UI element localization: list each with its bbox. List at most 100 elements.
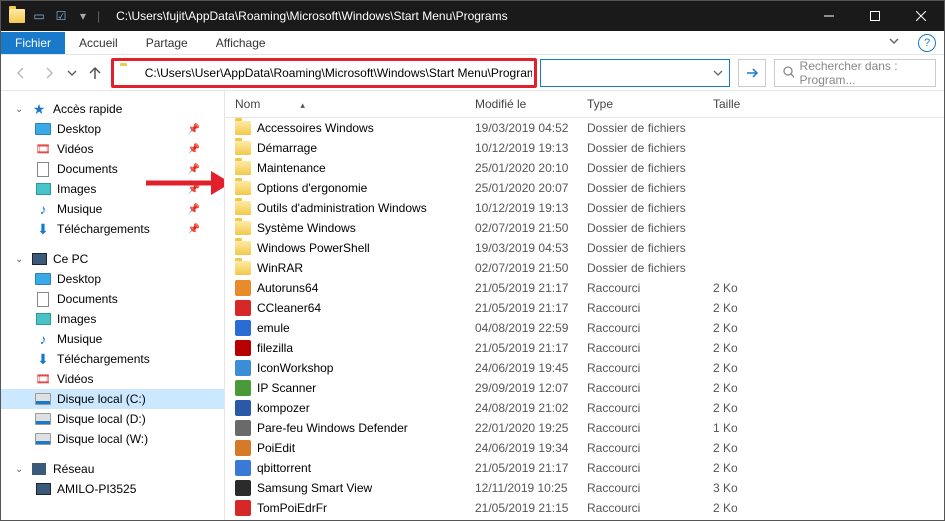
tab-home[interactable]: Accueil xyxy=(65,32,132,54)
nav-forward-button[interactable] xyxy=(37,61,61,85)
app-icon xyxy=(235,460,251,476)
nav-item[interactable]: Desktop📌 xyxy=(1,119,224,139)
file-row[interactable]: Maintenance25/01/2020 20:10Dossier de fi… xyxy=(225,158,944,178)
qa-paste-icon[interactable]: ☑ xyxy=(53,8,69,24)
navigation-pane[interactable]: ⌄ ★ Accès rapide Desktop📌🎞Vidéos📌Documen… xyxy=(1,91,225,520)
file-row[interactable]: WinRAR02/07/2019 21:50Dossier de fichier… xyxy=(225,258,944,278)
column-name[interactable]: Nom▴ xyxy=(225,91,465,117)
file-size: 3 Ko xyxy=(713,481,783,495)
app-icon xyxy=(235,440,251,456)
app-icon xyxy=(235,280,251,296)
file-type: Dossier de fichiers xyxy=(587,221,713,235)
chevron-down-icon: ⌄ xyxy=(15,254,25,265)
ribbon-toggle[interactable] xyxy=(878,35,910,50)
nav-item-label: Téléchargements xyxy=(57,352,150,366)
file-row[interactable]: TomPoiEdrFr21/05/2019 21:15Raccourci2 Ko xyxy=(225,498,944,518)
file-row[interactable]: Démarrage10/12/2019 19:13Dossier de fich… xyxy=(225,138,944,158)
nav-item[interactable]: 🎞Vidéos📌 xyxy=(1,139,224,159)
img-icon xyxy=(35,181,51,197)
address-dropdown[interactable] xyxy=(540,59,730,87)
file-row[interactable]: IP Scanner29/09/2019 12:07Raccourci2 Ko xyxy=(225,378,944,398)
file-modified: 19/03/2019 04:52 xyxy=(475,121,587,135)
file-row[interactable]: PoiEdit24/06/2019 19:34Raccourci2 Ko xyxy=(225,438,944,458)
nav-up-button[interactable] xyxy=(83,61,107,85)
file-row[interactable]: Outils d'administration Windows10/12/201… xyxy=(225,198,944,218)
nav-item[interactable]: Disque local (C:) xyxy=(1,389,224,409)
file-modified: 22/01/2020 19:25 xyxy=(475,421,587,435)
arrow-right-icon xyxy=(745,66,759,80)
file-row[interactable]: qbittorrent21/05/2019 21:17Raccourci2 Ko xyxy=(225,458,944,478)
nav-item[interactable]: Desktop xyxy=(1,269,224,289)
nav-item-label: Documents xyxy=(57,162,118,176)
close-icon xyxy=(916,11,926,21)
column-type[interactable]: Type xyxy=(577,91,703,117)
dl-icon: ⬇ xyxy=(35,221,51,237)
app-icon xyxy=(235,400,251,416)
file-row[interactable]: emule04/08/2019 22:59Raccourci2 Ko xyxy=(225,318,944,338)
nav-item-label: Musique xyxy=(57,202,102,216)
file-row[interactable]: UltraISO21/05/2019 21:17Raccourci2 Ko xyxy=(225,518,944,520)
file-row[interactable]: Système Windows02/07/2019 21:50Dossier d… xyxy=(225,218,944,238)
tab-file[interactable]: Fichier xyxy=(1,32,65,54)
file-row[interactable]: Pare-feu Windows Defender22/01/2020 19:2… xyxy=(225,418,944,438)
file-name: IP Scanner xyxy=(257,381,316,395)
file-row[interactable]: Accessoires Windows19/03/2019 04:52Dossi… xyxy=(225,118,944,138)
maximize-button[interactable] xyxy=(852,1,898,31)
minimize-button[interactable] xyxy=(806,1,852,31)
file-row[interactable]: kompozer24/08/2019 21:02Raccourci2 Ko xyxy=(225,398,944,418)
img-icon xyxy=(35,311,51,327)
nav-item[interactable]: Documents📌 xyxy=(1,159,224,179)
file-row[interactable]: IconWorkshop24/06/2019 19:45Raccourci2 K… xyxy=(225,358,944,378)
file-row[interactable]: Autoruns6421/05/2019 21:17Raccourci2 Ko xyxy=(225,278,944,298)
file-list-pane[interactable]: Nom▴ Modifié le Type Taille Accessoires … xyxy=(225,91,944,520)
nav-back-button[interactable] xyxy=(9,61,33,85)
disk-icon xyxy=(35,411,51,427)
nav-item[interactable]: 🎞Vidéos xyxy=(1,369,224,389)
nav-item[interactable]: ♪Musique xyxy=(1,329,224,349)
file-row[interactable]: Options d'ergonomie25/01/2020 20:07Dossi… xyxy=(225,178,944,198)
nav-recent-button[interactable] xyxy=(65,61,79,85)
chevron-down-icon xyxy=(713,68,723,78)
music-icon: ♪ xyxy=(35,331,51,347)
nav-item[interactable]: ♪Musique📌 xyxy=(1,199,224,219)
nav-this-pc-header[interactable]: ⌄ Ce PC xyxy=(1,249,224,269)
pin-icon: 📌 xyxy=(188,224,218,235)
column-modified[interactable]: Modifié le xyxy=(465,91,577,117)
help-button[interactable]: ? xyxy=(918,34,936,52)
nav-item[interactable]: ⬇Téléchargements xyxy=(1,349,224,369)
tab-view[interactable]: Affichage xyxy=(202,32,280,54)
file-modified: 02/07/2019 21:50 xyxy=(475,221,587,235)
nav-item[interactable]: ⬇Téléchargements📌 xyxy=(1,219,224,239)
nav-item[interactable]: Images📌 xyxy=(1,179,224,199)
column-size[interactable]: Taille xyxy=(703,91,773,117)
pin-icon: 📌 xyxy=(188,204,218,215)
app-icon xyxy=(235,340,251,356)
file-row[interactable]: Windows PowerShell19/03/2019 04:53Dossie… xyxy=(225,238,944,258)
nav-network-header[interactable]: ⌄ Réseau xyxy=(1,459,224,479)
nav-item-label: Disque local (W:) xyxy=(57,432,148,446)
nav-quick-access-header[interactable]: ⌄ ★ Accès rapide xyxy=(1,99,224,119)
address-go-button[interactable] xyxy=(738,59,766,87)
nav-item[interactable]: Documents xyxy=(1,289,224,309)
file-name: WinRAR xyxy=(257,261,303,275)
qa-overflow-icon[interactable]: ▾ xyxy=(75,8,91,24)
close-button[interactable] xyxy=(898,1,944,31)
pc-icon xyxy=(35,481,51,497)
file-row[interactable]: filezilla21/05/2019 21:17Raccourci2 Ko xyxy=(225,338,944,358)
qa-props-icon[interactable]: ▭ xyxy=(31,8,47,24)
tab-share[interactable]: Partage xyxy=(132,32,202,54)
nav-item[interactable]: Disque local (W:) xyxy=(1,429,224,449)
nav-item-label: Disque local (C:) xyxy=(57,392,146,406)
file-size: 2 Ko xyxy=(713,281,783,295)
file-modified: 21/05/2019 21:17 xyxy=(475,461,587,475)
nav-item[interactable]: Images xyxy=(1,309,224,329)
address-input[interactable] xyxy=(143,62,534,84)
file-row[interactable]: CCleaner6421/05/2019 21:17Raccourci2 Ko xyxy=(225,298,944,318)
search-box[interactable]: Rechercher dans : Program... xyxy=(774,59,936,87)
nav-item[interactable]: AMILO-PI3525 xyxy=(1,479,224,499)
video-icon: 🎞 xyxy=(35,141,51,157)
file-size: 1 Ko xyxy=(713,421,783,435)
file-row[interactable]: Samsung Smart View12/11/2019 10:25Raccou… xyxy=(225,478,944,498)
star-icon: ★ xyxy=(31,101,47,117)
nav-item[interactable]: Disque local (D:) xyxy=(1,409,224,429)
